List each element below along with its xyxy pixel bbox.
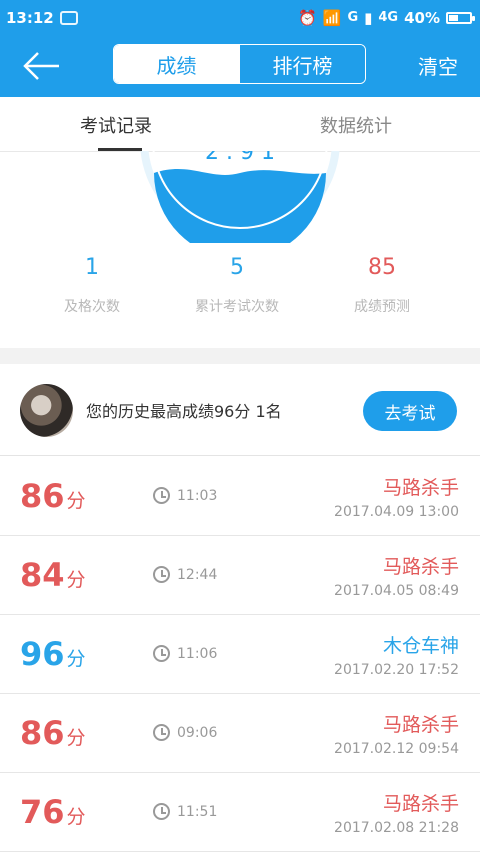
take-exam-button[interactable]: 去考试 [363, 391, 457, 431]
record-title: 木仓车神 [382, 635, 459, 657]
stat-value: 1 [85, 255, 99, 280]
list-item[interactable]: 86 分 11:03 马路杀手 2017.04.09 13:00 [0, 457, 480, 536]
record-score: 86 分 [20, 477, 86, 515]
tab-scores[interactable]: 成绩 [114, 45, 239, 83]
record-score: 86 分 [20, 714, 86, 752]
wifi-icon: 📶 [322, 8, 342, 27]
stat-label: 成绩预测 [354, 299, 410, 315]
clock-icon [153, 645, 170, 662]
record-title: 马路杀手 [382, 793, 459, 815]
score-gauge: 2 . 9 1 [140, 151, 340, 243]
status-time: 13:12 [6, 8, 54, 27]
stat-label: 及格次数 [64, 299, 120, 315]
record-score: 96 分 [20, 635, 86, 673]
signal-icon: ▮ [364, 8, 373, 27]
record-date: 2017.04.05 08:49 [334, 583, 459, 599]
record-date: 2017.02.20 17:52 [334, 662, 459, 678]
network-g: G [347, 10, 359, 25]
avatar [20, 384, 73, 437]
toolbar: 成绩 排行榜 清空 [0, 35, 480, 97]
network-4g: 4G [378, 10, 399, 25]
tab-indicator [98, 148, 142, 151]
status-left: 13:12 [6, 9, 78, 27]
record-date: 2017.02.08 21:28 [334, 820, 459, 836]
alarm-icon: ⏰ [298, 8, 317, 27]
status-bar: 13:12 ⏰ 📶 G ▮ 4G 40% [0, 0, 480, 35]
tab-switcher: 成绩 排行榜 [113, 44, 366, 84]
arrow-left-icon[interactable] [22, 49, 62, 83]
clock-icon [153, 803, 170, 820]
record-duration: 11:03 [153, 487, 217, 504]
gauge-value: 2 . 9 1 [205, 151, 275, 165]
list-item[interactable]: 96 分 11:06 木仓车神 2017.02.20 17:52 [0, 615, 480, 694]
battery-icon [446, 11, 475, 24]
stat-pass-count: 1 及格次数 [22, 255, 162, 316]
stat-value: 5 [230, 255, 244, 280]
clear-button[interactable]: 清空 [418, 51, 458, 80]
section-divider [0, 348, 480, 364]
status-right: ⏰ 📶 G ▮ 4G 40% [298, 8, 475, 27]
clock-icon [153, 724, 170, 741]
notification-icon [59, 10, 78, 25]
record-score: 76 分 [20, 793, 86, 831]
list-item[interactable]: 76 分 11:51 马路杀手 2017.02.08 21:28 [0, 773, 480, 852]
best-score-panel: 您的历史最高成绩96分 1名 去考试 [0, 364, 480, 456]
tab-statistics[interactable]: 数据统计 [320, 112, 392, 138]
records-list: 86 分 11:03 马路杀手 2017.04.09 13:00 84 分 12:4… [0, 457, 480, 852]
list-item[interactable]: 86 分 09:06 马路杀手 2017.02.12 09:54 [0, 694, 480, 773]
tab-exam-records[interactable]: 考试记录 [80, 112, 152, 138]
record-title: 马路杀手 [382, 556, 459, 578]
stat-label: 累计考试次数 [195, 299, 279, 315]
stat-total-exams: 5 累计考试次数 [167, 255, 307, 316]
battery-percent: 40% [404, 8, 440, 27]
record-title: 马路杀手 [382, 714, 459, 736]
record-score: 84 分 [20, 556, 86, 594]
subtab-bar: 考试记录 数据统计 [0, 97, 480, 152]
clock-icon [153, 566, 170, 583]
stat-predicted-score: 85 成绩预测 [312, 255, 452, 316]
record-duration: 09:06 [153, 724, 217, 741]
best-score-text: 您的历史最高成绩96分 1名 [86, 402, 282, 421]
clock-icon [153, 487, 170, 504]
stat-value: 85 [368, 255, 396, 280]
record-duration: 11:51 [153, 803, 217, 820]
record-duration: 11:06 [153, 645, 217, 662]
record-date: 2017.02.12 09:54 [334, 741, 459, 757]
tab-leaderboard[interactable]: 排行榜 [239, 45, 365, 83]
list-item[interactable]: 84 分 12:44 马路杀手 2017.04.05 08:49 [0, 536, 480, 615]
stats-row: 1 及格次数 5 累计考试次数 85 成绩预测 [0, 255, 480, 335]
record-duration: 12:44 [153, 566, 217, 583]
record-date: 2017.04.09 13:00 [334, 504, 459, 520]
record-title: 马路杀手 [382, 477, 459, 499]
